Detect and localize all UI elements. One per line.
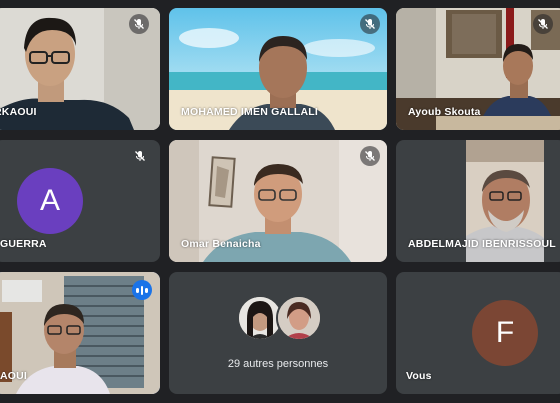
avatar: A xyxy=(17,168,83,234)
mic-muted-icon xyxy=(130,146,150,166)
avatar-letter: F xyxy=(495,316,515,349)
others-count-label: 29 autres personnes xyxy=(227,358,329,370)
speaking-indicator-icon xyxy=(132,280,152,300)
participant-name: GUERRA xyxy=(0,238,47,250)
participant-name: MOHAMED IMEN GALLALI xyxy=(181,106,318,118)
participant-tile-mohamed-imen-gallali[interactable]: MOHAMED IMEN GALLALI xyxy=(169,8,387,130)
participant-name: ABDELMAJID IBENRISSOUL xyxy=(408,238,556,250)
participant-tile-abdelmajid-ibenrissoul[interactable]: ABDELMAJID IBENRISSOUL xyxy=(396,140,560,262)
mic-muted-icon xyxy=(129,14,149,34)
others-avatar-2 xyxy=(276,295,322,341)
participant-tile-ayoub-skouta[interactable]: Ayoub Skouta xyxy=(396,8,560,130)
participant-tile-aoui[interactable]: AOUI xyxy=(0,272,160,394)
mic-muted-icon xyxy=(360,146,380,166)
participant-tile-omar-benaicha[interactable]: Omar Benaicha xyxy=(169,140,387,262)
avatar-letter: A xyxy=(39,184,60,217)
others-tile[interactable]: 29 autres personnes xyxy=(169,272,387,394)
participant-name: Vous xyxy=(406,370,432,382)
avatar: F xyxy=(472,300,538,366)
participant-name: RKAOUI xyxy=(0,106,37,118)
participant-name: Omar Benaicha xyxy=(181,238,261,250)
mic-muted-icon xyxy=(533,14,553,34)
mic-muted-icon xyxy=(360,14,380,34)
participant-tile-self[interactable]: F Vous xyxy=(396,272,560,394)
participant-tile-guerra[interactable]: A GUERRA xyxy=(0,140,160,262)
participant-name: Ayoub Skouta xyxy=(408,106,481,118)
participant-name: AOUI xyxy=(0,370,28,382)
participant-tile-rkaoui[interactable]: RKAOUI xyxy=(0,8,160,130)
